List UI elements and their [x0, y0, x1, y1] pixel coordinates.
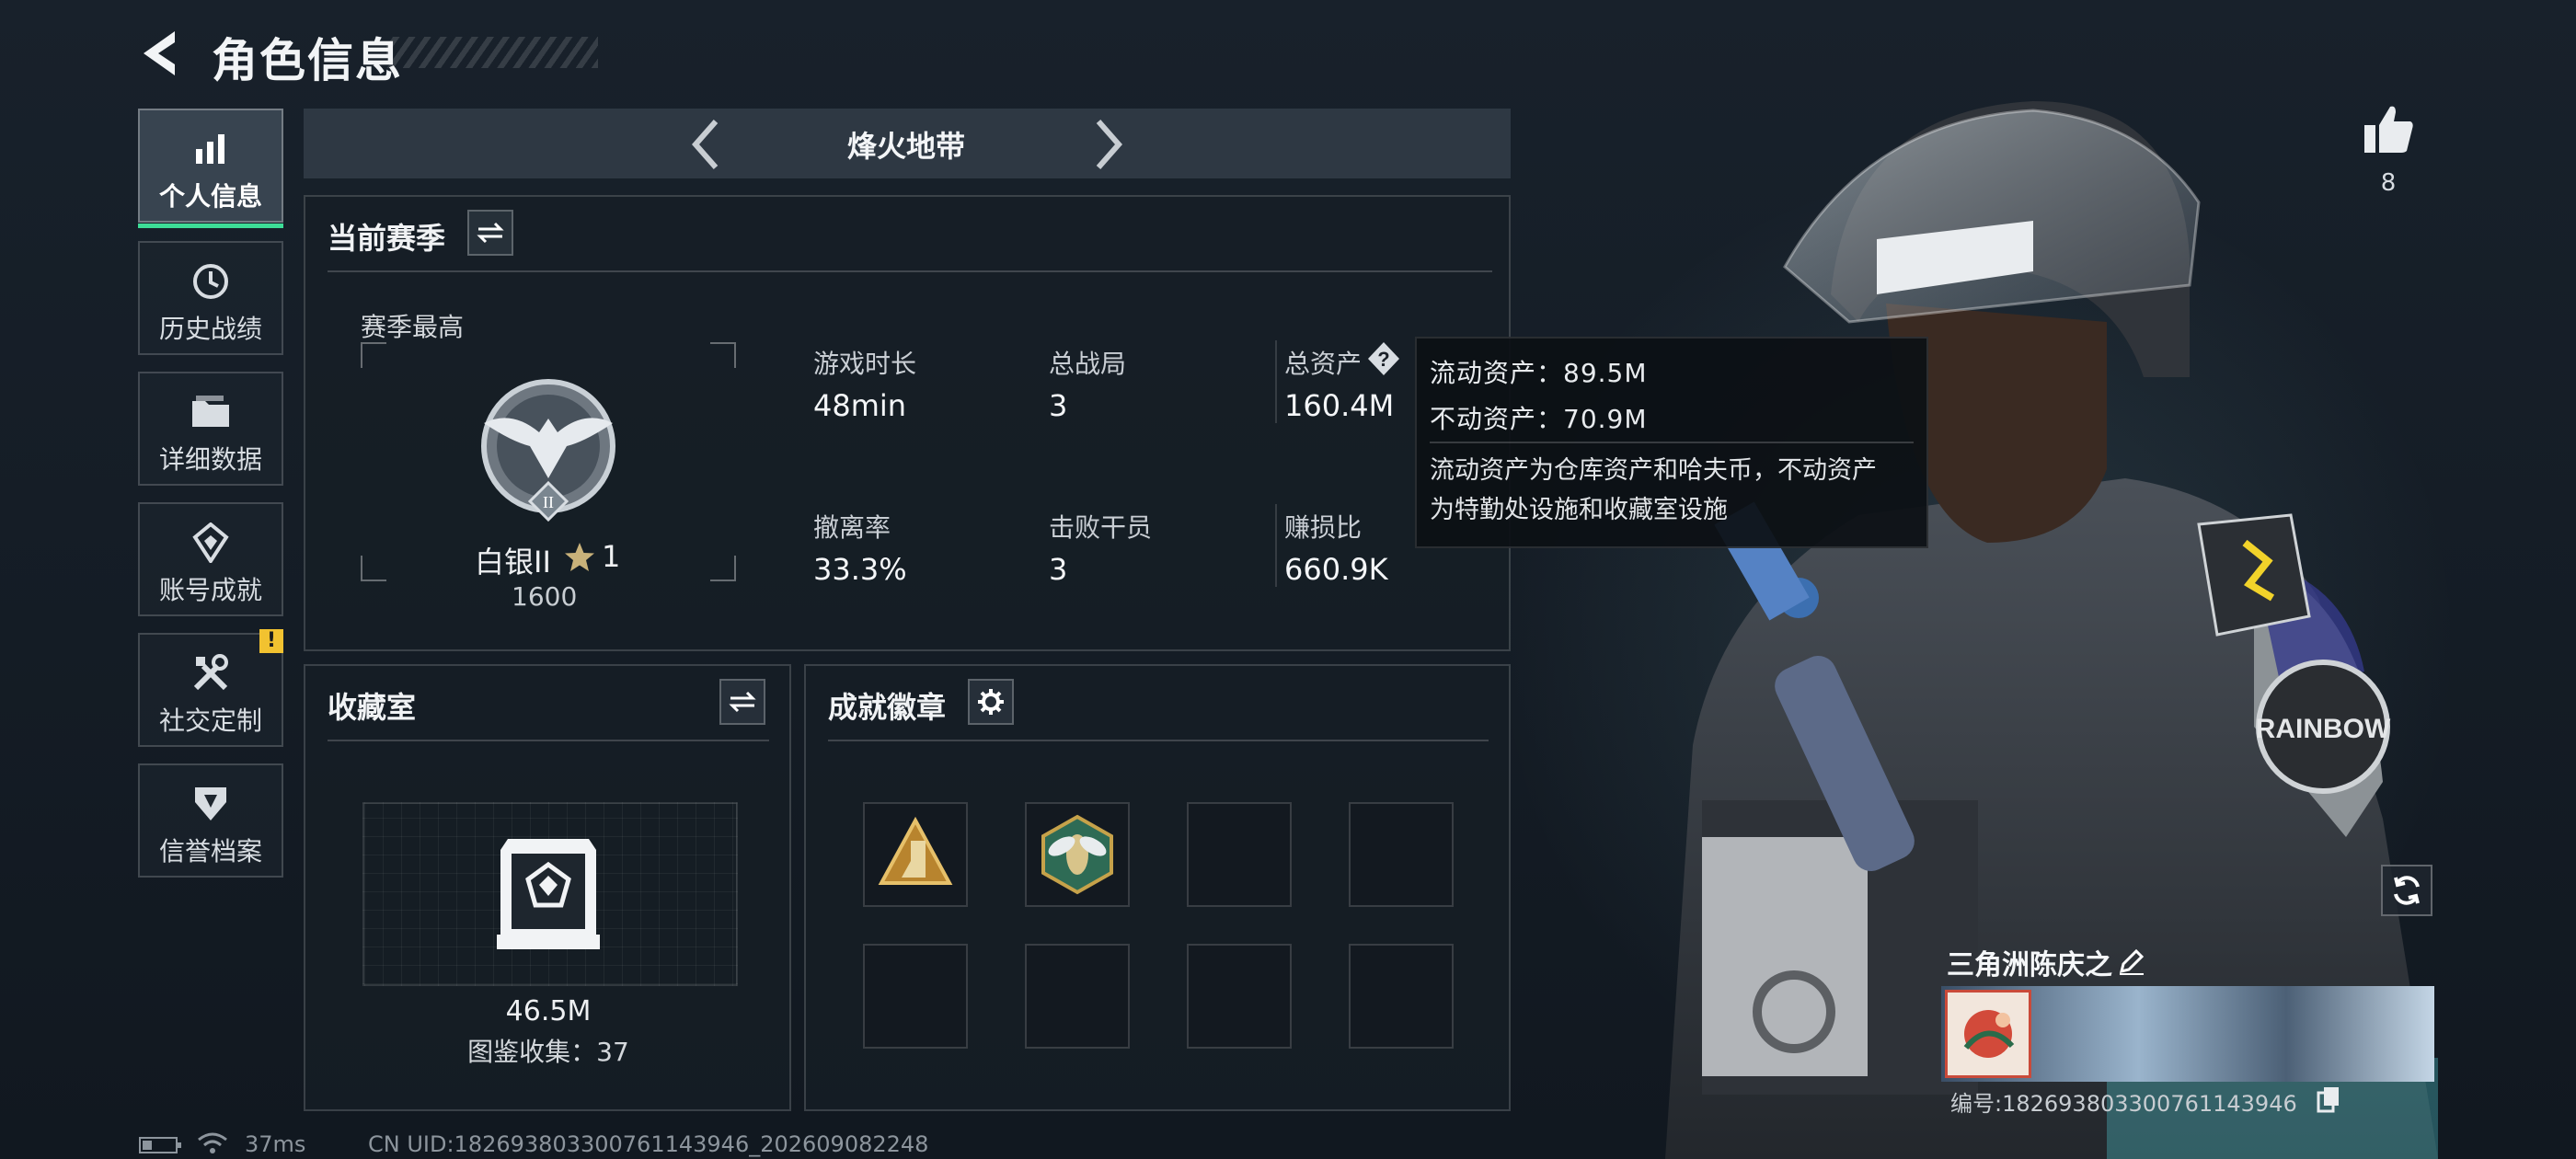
sidebar-item-label: 历史战绩 — [158, 314, 262, 344]
battery-icon — [139, 1137, 181, 1153]
alert-badge: ! — [259, 629, 283, 653]
tooltip-liquid-assets: 流动资产：89.5M — [1430, 358, 1648, 388]
stat-value: 48min — [813, 388, 907, 423]
svg-text:RAINBOW: RAINBOW — [2256, 714, 2391, 744]
triangle-badge-icon — [878, 816, 953, 885]
collection-title: 收藏室 — [328, 690, 417, 725]
badge-slot[interactable] — [1187, 944, 1292, 1049]
bar-chart-icon — [140, 127, 282, 171]
player-name: 三角洲陈庆之 — [1947, 949, 2112, 981]
swap-icon — [477, 222, 504, 244]
sidebar-item-reputation[interactable]: 信誉档案 — [138, 763, 283, 878]
rank-stars: 1 — [602, 539, 621, 574]
title-decoration — [386, 37, 598, 68]
badge-slot[interactable] — [1025, 944, 1130, 1049]
tooltip-description: 为特勤处设施和收藏室设施 — [1430, 496, 1728, 524]
wasp-badge-icon — [1041, 814, 1113, 895]
divider — [328, 740, 769, 741]
season-peak-label: 赛季最高 — [361, 312, 465, 342]
copy-icon[interactable] — [2315, 1085, 2342, 1113]
switch-collection-button[interactable] — [719, 679, 765, 725]
sidebar-item-label: 详细数据 — [158, 444, 262, 475]
divider — [1275, 340, 1277, 423]
svg-text:?: ? — [1377, 348, 1389, 371]
switch-season-button[interactable] — [467, 210, 513, 256]
badge-slot[interactable] — [1025, 802, 1130, 907]
stat-value: 33.3% — [813, 552, 907, 587]
stat-value: 660.9K — [1284, 552, 1388, 587]
star-icon — [565, 543, 594, 571]
shield-icon — [140, 782, 282, 826]
stat-label: 赚损比 — [1284, 512, 1363, 543]
stat-value: 3 — [1049, 552, 1068, 587]
badge-settings-button[interactable] — [968, 679, 1014, 725]
sidebar-item-details[interactable]: 详细数据 — [138, 372, 283, 486]
folder-icon — [140, 390, 282, 434]
edit-icon[interactable] — [2118, 947, 2145, 975]
divider — [828, 740, 1489, 741]
display-case-icon — [497, 839, 600, 949]
stat-label: 总资产 — [1284, 349, 1363, 379]
sidebar-item-history[interactable]: 历史战绩 — [138, 241, 283, 355]
refresh-icon — [2394, 876, 2420, 905]
rank-name: 白银II — [475, 545, 551, 580]
badges-title: 成就徽章 — [828, 690, 947, 725]
badge-slot[interactable] — [863, 802, 968, 907]
refresh-button[interactable] — [2381, 865, 2432, 916]
gear-icon — [978, 689, 1004, 715]
sidebar-item-achievements[interactable]: 账号成就 — [138, 502, 283, 616]
wifi-icon — [198, 1132, 227, 1153]
rank-score: 1600 — [512, 581, 578, 612]
tools-icon — [140, 651, 282, 695]
divider — [1430, 442, 1914, 443]
stat-label: 击败干员 — [1049, 512, 1153, 543]
rank-emblem-icon: II — [481, 379, 615, 522]
sidebar-item-label: 个人信息 — [158, 181, 262, 212]
stat-label: 撤离率 — [813, 512, 891, 543]
thumbs-up-icon[interactable] — [2361, 101, 2416, 156]
sidebar-item-label: 账号成就 — [158, 575, 262, 605]
collection-count: 图鉴收集：37 — [467, 1037, 629, 1067]
divider — [328, 270, 1492, 272]
badge-slot[interactable] — [1349, 944, 1454, 1049]
stat-label: 游戏时长 — [813, 349, 917, 379]
ping-text: 37ms — [245, 1131, 306, 1157]
avatar[interactable] — [1945, 990, 2031, 1078]
help-icon[interactable]: ? — [1365, 340, 1402, 377]
svg-text:II: II — [543, 493, 554, 511]
mode-title: 烽火地带 — [846, 129, 965, 164]
season-title: 当前赛季 — [328, 221, 446, 256]
tooltip-fixed-assets: 不动资产：70.9M — [1430, 404, 1648, 434]
player-id: 编号:1826938033007611439​46 — [1950, 1091, 2297, 1117]
page-title: 角色信息 — [212, 34, 403, 87]
badge-slot[interactable] — [1187, 802, 1292, 907]
tooltip-description: 流动资产为仓库资产和哈夫币，不动资产 — [1430, 456, 1877, 485]
divider — [1275, 504, 1277, 587]
chevron-left-icon[interactable] — [688, 118, 725, 171]
stat-value: 160.4M — [1284, 388, 1395, 423]
history-icon — [140, 259, 282, 304]
achievement-icon — [140, 521, 282, 565]
uid-text: CN UID:1826938033007611439​46_2026090822… — [368, 1131, 929, 1157]
swap-icon — [729, 691, 756, 713]
stat-value: 3 — [1049, 388, 1068, 423]
like-count: 8 — [2380, 169, 2397, 197]
sidebar-item-label: 信誉档案 — [158, 836, 262, 866]
collection-value: 46.5M — [505, 995, 592, 1027]
badge-slot[interactable] — [863, 944, 968, 1049]
sidebar-item-label: 社交定制 — [158, 706, 262, 736]
chevron-right-icon[interactable] — [1089, 118, 1126, 171]
badge-slot[interactable] — [1349, 802, 1454, 907]
stat-label: 总战局 — [1049, 349, 1127, 379]
sidebar-item-profile[interactable]: 个人信息 — [138, 109, 283, 228]
back-arrow-icon[interactable] — [138, 28, 184, 79]
